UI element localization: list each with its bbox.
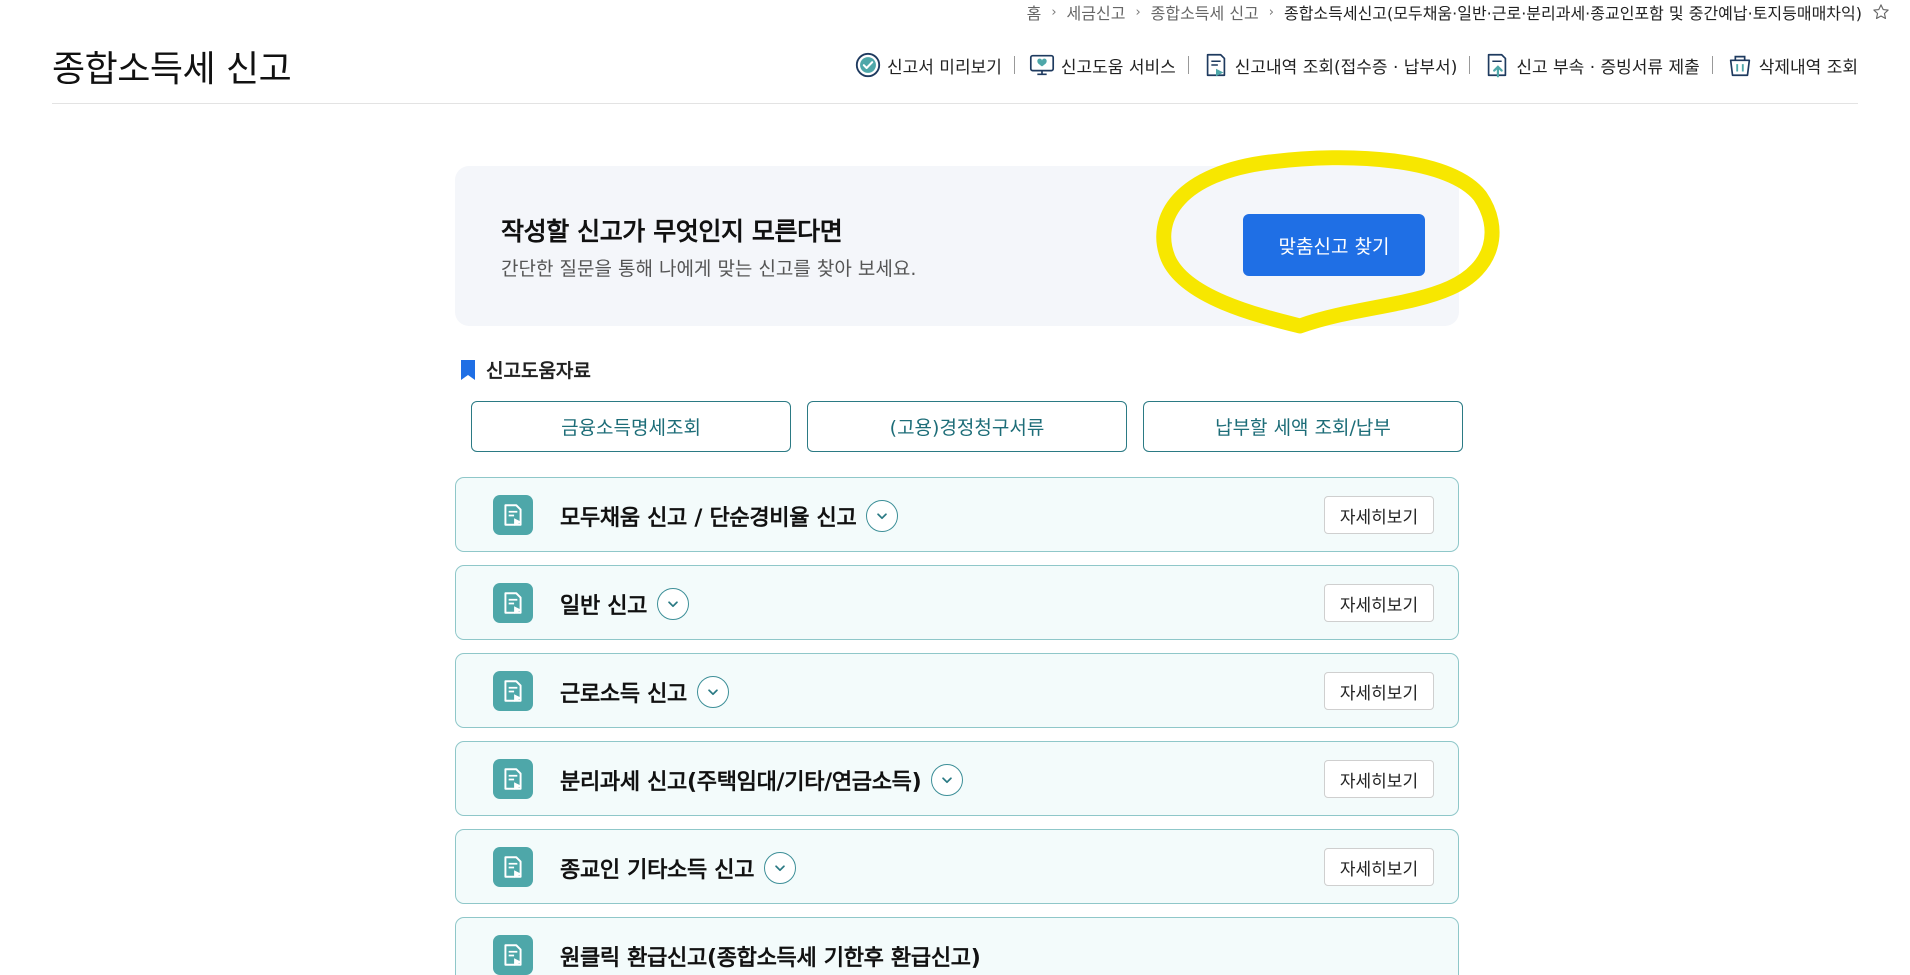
document-upload-icon (1482, 50, 1512, 80)
quick-link-label: 신고내역 조회(접수증 · 납부서) (1234, 57, 1458, 78)
divider (1469, 56, 1471, 74)
expand-toggle-button[interactable] (866, 500, 899, 532)
breadcrumb-tax-report[interactable]: 세금신고 (1067, 0, 1126, 24)
find-custom-report-button[interactable]: 맞춤신고 찾기 (1243, 214, 1425, 276)
help-heading-label: 신고도움자료 (486, 360, 591, 382)
chevron-down-icon (668, 601, 678, 608)
quick-link-label: 신고도움 서비스 (1060, 57, 1176, 78)
check-circle-icon (853, 50, 883, 80)
trash-basket-icon (1725, 50, 1755, 80)
report-item-one-click-refund[interactable]: 원클릭 환급신고(종합소득세 기한후 환급신고) (455, 917, 1459, 975)
view-details-button[interactable]: 자세히보기 (1324, 848, 1434, 886)
report-item-label: 원클릭 환급신고(종합소득세 기한후 환급신고) (560, 946, 981, 971)
divider (1711, 56, 1713, 74)
quick-link-preview[interactable]: 신고서 미리보기 (853, 50, 1002, 80)
favorite-star-icon[interactable] (1872, 3, 1890, 21)
breadcrumb-current: 종합소득세신고(모두채움·일반·근로·분리과세·종교인포함 및 중간예납·토지등… (1283, 4, 1862, 23)
quick-links: 신고서 미리보기 신고도움 서비스 신고내역 조회(접수증 · 납부서) 신고 … (853, 50, 1858, 80)
expand-toggle-button[interactable] (931, 764, 964, 796)
employment-correction-claim-button[interactable]: (고용)경정청구서류 (807, 401, 1127, 452)
quick-link-label: 신고 부속 · 증빙서류 제출 (1516, 57, 1700, 78)
banner-subtitle: 간단한 질문을 통해 나에게 맞는 신고를 찾아 보세요. (501, 258, 917, 280)
quick-link-history[interactable]: 신고내역 조회(접수증 · 납부서) (1201, 50, 1458, 80)
breadcrumb-separator: › (1135, 4, 1141, 20)
report-item-label: 모두채움 신고 / 단순경비율 신고 (560, 500, 899, 535)
report-item-label: 종교인 기타소득 신고 (560, 852, 797, 887)
financial-income-lookup-button[interactable]: 금융소득명세조회 (471, 401, 791, 452)
tax-payment-lookup-button[interactable]: 납부할 세액 조회/납부 (1143, 401, 1463, 452)
breadcrumb-separator: › (1268, 4, 1274, 20)
report-item-label: 일반 신고 (560, 588, 690, 623)
document-search-icon (1201, 50, 1231, 80)
document-play-icon (493, 583, 533, 623)
chevron-down-icon (942, 777, 953, 784)
monitor-heart-icon (1027, 50, 1057, 80)
quick-link-help-service[interactable]: 신고도움 서비스 (1027, 50, 1176, 80)
quick-link-deleted-history[interactable]: 삭제내역 조회 (1725, 50, 1858, 80)
report-item-earned-income[interactable]: 근로소득 신고 자세히보기 (455, 653, 1459, 728)
view-details-button[interactable]: 자세히보기 (1324, 584, 1434, 622)
document-play-icon (493, 495, 533, 535)
report-item-simple-fill[interactable]: 모두채움 신고 / 단순경비율 신고 자세히보기 (455, 477, 1459, 552)
chevron-down-icon (877, 513, 888, 520)
banner-title: 작성할 신고가 무엇인지 모른다면 (501, 217, 843, 246)
bookmark-icon (461, 359, 475, 380)
report-type-list: 모두채움 신고 / 단순경비율 신고 자세히보기 일반 신고 자세히보기 근로소… (455, 477, 1459, 975)
chevron-down-icon (708, 689, 718, 696)
report-item-general[interactable]: 일반 신고 자세히보기 (455, 565, 1459, 640)
custom-report-finder-banner: 작성할 신고가 무엇인지 모른다면 간단한 질문을 통해 나에게 맞는 신고를 … (455, 166, 1459, 326)
divider (1187, 56, 1189, 74)
view-details-button[interactable]: 자세히보기 (1324, 496, 1434, 534)
document-play-icon (493, 935, 533, 975)
view-details-button[interactable]: 자세히보기 (1324, 672, 1434, 710)
breadcrumb: 홈 › 세금신고 › 종합소득세 신고 › 종합소득세신고(모두채움·일반·근로… (1027, 0, 1890, 24)
expand-toggle-button[interactable] (697, 676, 729, 708)
expand-toggle-button[interactable] (657, 588, 690, 620)
divider (1013, 56, 1015, 74)
help-materials-heading: 신고도움자료 (460, 356, 591, 383)
expand-toggle-button[interactable] (764, 852, 797, 884)
page-title: 종합소득세 신고 (52, 49, 292, 90)
report-item-separate-taxation[interactable]: 분리과세 신고(주택임대/기타/연금소득) 자세히보기 (455, 741, 1459, 816)
quick-link-label: 삭제내역 조회 (1758, 57, 1858, 78)
quick-link-label: 신고서 미리보기 (886, 57, 1002, 78)
chevron-down-icon (775, 865, 785, 872)
document-play-icon (493, 847, 533, 887)
quick-link-submit-documents[interactable]: 신고 부속 · 증빙서류 제출 (1482, 50, 1700, 80)
breadcrumb-separator: › (1051, 4, 1057, 20)
breadcrumb-home[interactable]: 홈 (1027, 0, 1042, 24)
help-materials-buttons: 금융소득명세조회 (고용)경정청구서류 납부할 세액 조회/납부 (471, 401, 1463, 452)
report-item-religious-income[interactable]: 종교인 기타소득 신고 자세히보기 (455, 829, 1459, 904)
page-header: 종합소득세 신고 신고서 미리보기 신고도움 서비스 신고내역 조회(접수증 ·… (52, 36, 1858, 104)
report-item-label: 근로소득 신고 (560, 676, 729, 711)
document-play-icon (493, 759, 533, 799)
report-item-label: 분리과세 신고(주택임대/기타/연금소득) (560, 764, 964, 799)
breadcrumb-income-tax[interactable]: 종합소득세 신고 (1151, 0, 1259, 24)
document-play-icon (493, 671, 533, 711)
view-details-button[interactable]: 자세히보기 (1324, 760, 1434, 798)
